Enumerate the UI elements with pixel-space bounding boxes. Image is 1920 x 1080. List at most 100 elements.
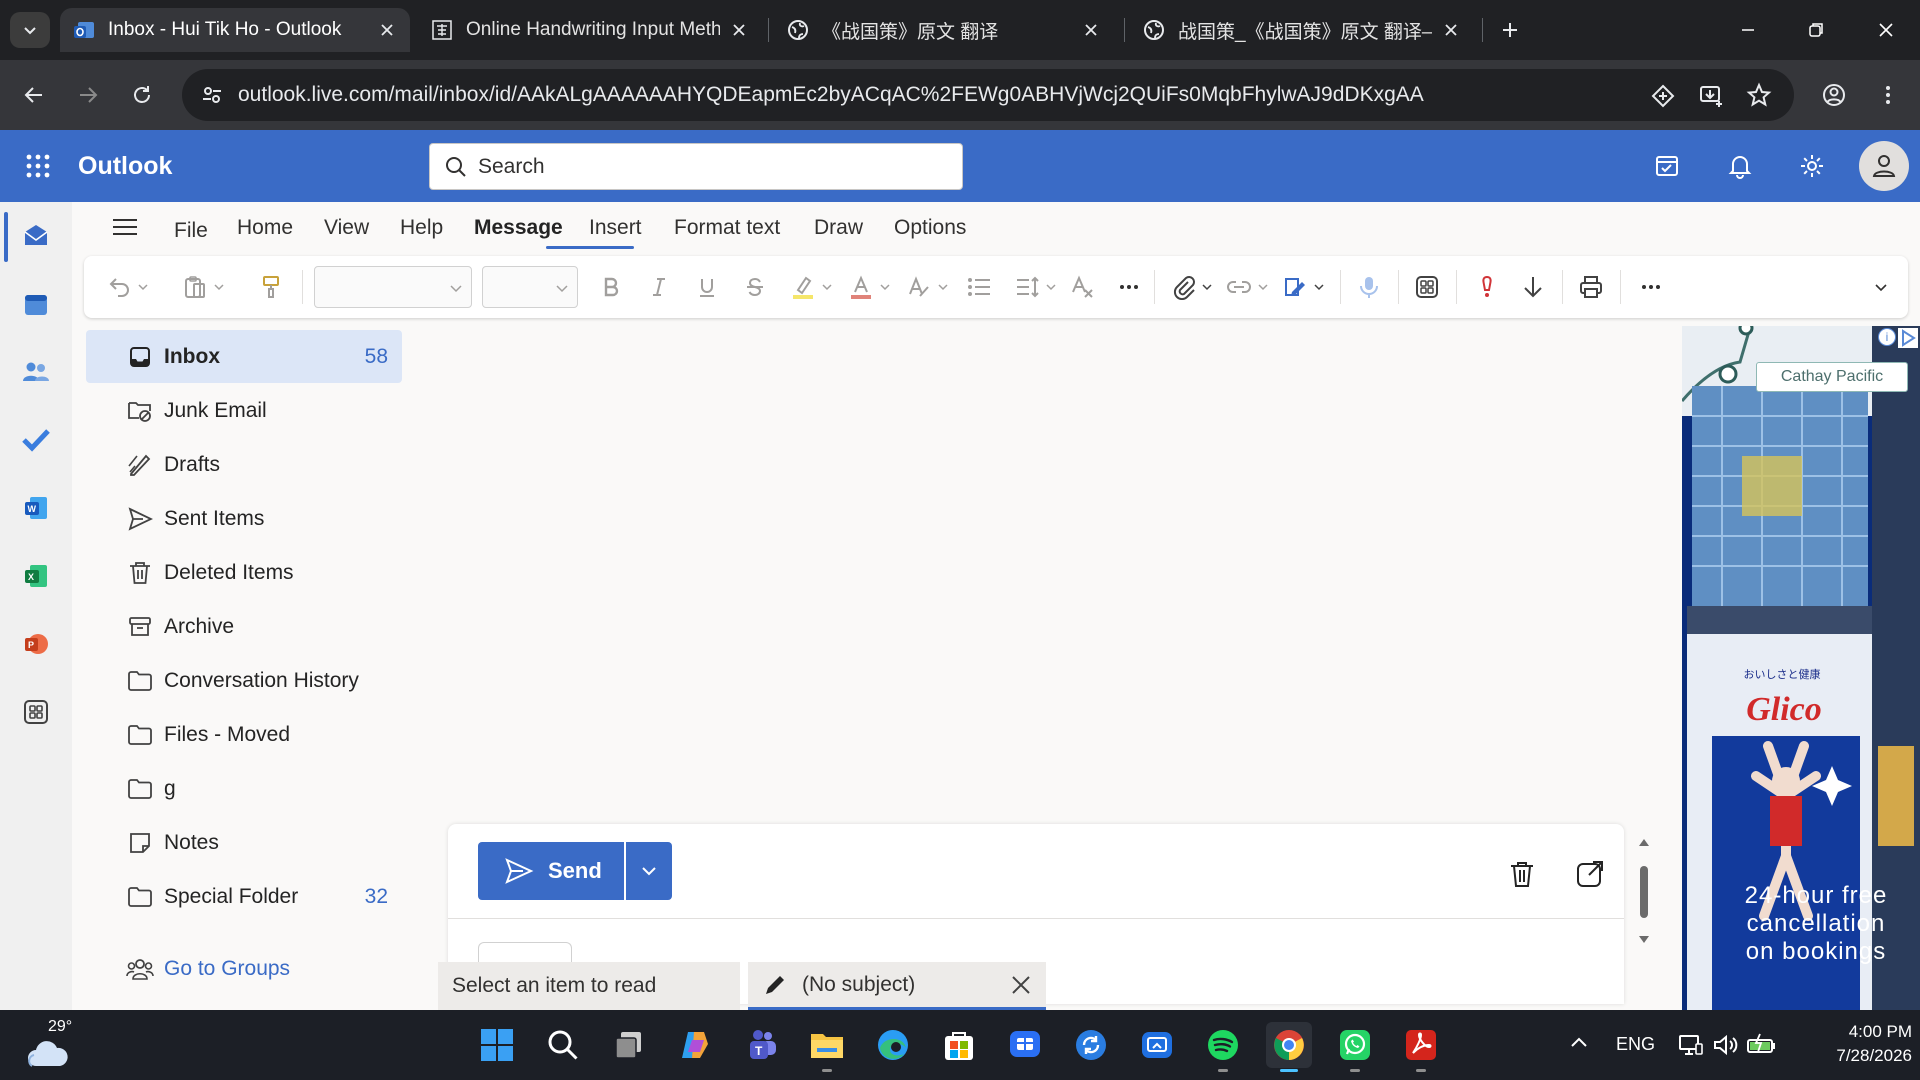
font-size-select[interactable] — [482, 266, 578, 308]
notifications-button[interactable] — [1720, 146, 1760, 186]
font-color-dropdown[interactable] — [876, 272, 894, 302]
system-clock[interactable]: 4:00 PM 7/28/2026 — [1802, 1020, 1912, 1068]
site-info-icon[interactable] — [200, 83, 224, 107]
adchoices-icon[interactable] — [1898, 328, 1918, 348]
styles-dropdown[interactable] — [934, 272, 952, 302]
underline-button[interactable] — [692, 272, 722, 302]
paste-button[interactable] — [180, 272, 210, 302]
attach-dropdown[interactable] — [1198, 272, 1216, 302]
paste-dropdown[interactable] — [210, 272, 228, 302]
folder-drafts[interactable]: Drafts — [86, 438, 402, 491]
folder-junk-email[interactable]: Junk Email — [86, 384, 402, 437]
browser-menu-button[interactable] — [1868, 75, 1908, 115]
taskbar-remote-desktop[interactable] — [1134, 1022, 1180, 1068]
folder-conversation-history[interactable]: Conversation History — [86, 654, 402, 707]
taskbar-sync-app[interactable] — [1068, 1022, 1114, 1068]
menu-view[interactable]: View — [324, 216, 369, 240]
taskbar-chrome[interactable] — [1266, 1022, 1312, 1072]
bookmark-star-icon[interactable] — [1746, 82, 1772, 108]
print-button[interactable] — [1576, 272, 1606, 302]
more-formatting-button[interactable] — [1114, 272, 1144, 302]
expand-ribbon-button[interactable] — [1866, 272, 1896, 302]
minimize-button[interactable] — [1728, 12, 1768, 48]
highlight-dropdown[interactable] — [818, 272, 836, 302]
taskbar-file-explorer[interactable] — [804, 1022, 850, 1072]
pop-out-button[interactable] — [1570, 854, 1610, 894]
apps-button[interactable] — [1412, 272, 1442, 302]
dictate-button[interactable] — [1354, 272, 1384, 302]
browser-tab-handwriting[interactable]: Online Handwriting Input Meth — [418, 8, 762, 52]
rail-more-apps[interactable] — [16, 692, 56, 732]
menu-home[interactable]: Home — [237, 216, 293, 240]
menu-message[interactable]: Message — [474, 216, 563, 240]
font-color-button[interactable] — [846, 272, 876, 302]
tab-search-button[interactable] — [10, 12, 50, 48]
insert-link-button[interactable] — [1224, 272, 1254, 302]
menu-options[interactable]: Options — [894, 216, 966, 240]
system-tray-status[interactable] — [1678, 1030, 1778, 1060]
close-window-button[interactable] — [1866, 12, 1906, 48]
menu-file[interactable]: File — [174, 219, 208, 243]
folder-inbox[interactable]: Inbox 58 — [86, 330, 402, 383]
account-avatar[interactable] — [1859, 141, 1909, 191]
low-importance-button[interactable] — [1518, 272, 1548, 302]
line-spacing-dropdown[interactable] — [1042, 272, 1060, 302]
rail-mail[interactable] — [16, 216, 56, 256]
menu-draw[interactable]: Draw — [814, 216, 863, 240]
undo-button[interactable] — [104, 272, 134, 302]
line-spacing-button[interactable] — [1012, 272, 1042, 302]
ad-info-icon[interactable]: i — [1878, 328, 1896, 346]
my-day-button[interactable] — [1648, 146, 1688, 186]
send-options-dropdown[interactable] — [626, 842, 672, 900]
show-hidden-icons-button[interactable] — [1568, 1032, 1590, 1054]
scrollbar-thumb[interactable] — [1640, 866, 1648, 918]
bullets-button[interactable] — [964, 272, 994, 302]
undo-dropdown[interactable] — [134, 272, 152, 302]
extension-icon[interactable] — [1650, 83, 1676, 109]
send-button[interactable]: Send — [478, 842, 624, 900]
search-box[interactable] — [429, 143, 963, 190]
bold-button[interactable] — [596, 272, 626, 302]
weather-widget[interactable]: 29° — [24, 1018, 84, 1074]
rail-excel[interactable]: X — [16, 556, 56, 596]
folder-g[interactable]: g — [86, 762, 402, 815]
attach-file-button[interactable] — [1168, 272, 1198, 302]
clear-formatting-button[interactable] — [1068, 272, 1098, 302]
highlight-button[interactable] — [788, 272, 818, 302]
signature-button[interactable] — [1280, 272, 1310, 302]
font-family-select[interactable] — [314, 266, 472, 308]
strikethrough-button[interactable] — [740, 272, 770, 302]
advertisement[interactable]: おいしさと健康 Glico Cathay Pacific i 24-hour f… — [1682, 326, 1920, 1010]
taskbar-edge[interactable] — [870, 1022, 916, 1068]
taskbar-whatsapp[interactable] — [1332, 1022, 1378, 1072]
draft-tab[interactable]: (No subject) — [748, 962, 1046, 1010]
close-icon[interactable] — [1010, 974, 1032, 996]
scroll-down-button[interactable] — [1636, 932, 1652, 948]
more-options-button[interactable] — [1636, 272, 1666, 302]
folder-deleted-items[interactable]: Deleted Items — [86, 546, 402, 599]
menu-format-text[interactable]: Format text — [674, 216, 780, 240]
browser-tab-outlook[interactable]: Inbox - Hui Tik Ho - Outlook — [60, 8, 410, 52]
taskbar-spotify[interactable] — [1200, 1022, 1246, 1072]
browser-tab-zhanguoce-1[interactable]: 《战国策》原文 翻译 — [774, 8, 1114, 52]
taskbar-store[interactable] — [936, 1022, 982, 1068]
rail-powerpoint[interactable]: P — [16, 624, 56, 664]
menu-help[interactable]: Help — [400, 216, 443, 240]
scroll-up-button[interactable] — [1636, 834, 1652, 850]
address-bar[interactable]: outlook.live.com/mail/inbox/id/AAkALgAAA… — [182, 69, 1794, 121]
link-dropdown[interactable] — [1254, 272, 1272, 302]
new-tab-button[interactable] — [1490, 12, 1530, 48]
taskbar-teams[interactable]: T — [738, 1022, 784, 1068]
taskbar-copilot[interactable] — [672, 1022, 718, 1068]
rail-people[interactable] — [16, 352, 56, 392]
close-icon[interactable] — [1440, 19, 1462, 41]
reload-button[interactable] — [122, 75, 162, 115]
taskbar-search[interactable] — [540, 1022, 586, 1068]
discard-button[interactable] — [1502, 854, 1542, 894]
nav-toggle-button[interactable] — [108, 212, 142, 242]
format-painter-button[interactable] — [256, 272, 286, 302]
folder-files-moved[interactable]: Files - Moved — [86, 708, 402, 761]
italic-button[interactable] — [644, 272, 674, 302]
settings-button[interactable] — [1792, 146, 1832, 186]
folder-special-folder[interactable]: Special Folder 32 — [86, 870, 402, 923]
